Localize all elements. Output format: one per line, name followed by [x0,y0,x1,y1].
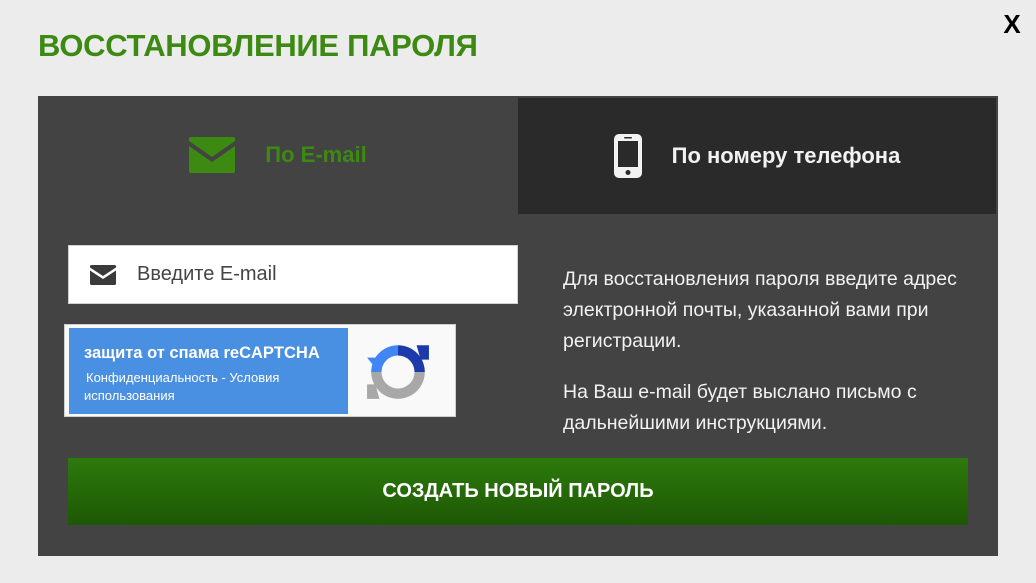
modal-title: ВОССТАНОВЛЕНИЕ ПАРОЛЯ [38,28,478,63]
recaptcha-title: защита от спама reCAPTCHA [84,344,320,362]
tab-label: По E-mail [265,142,367,167]
recaptcha-logo-icon [365,339,431,410]
recaptcha-widget[interactable]: защита от спама reCAPTCHA Конфиденциальн… [64,324,456,417]
email-field[interactable] [68,245,518,304]
tab-label: По номеру телефона [671,143,901,168]
recaptcha-privacy-terms-link[interactable]: Конфиденциальность - Условия [84,369,348,387]
tab-by-phone[interactable]: По номеру телефона [518,98,996,214]
recaptcha-info: защита от спама reCAPTCHA Конфиденциальн… [69,328,348,414]
mobile-phone-icon [613,134,642,178]
tab-by-email[interactable]: По E-mail [38,96,518,214]
recaptcha-terms-link[interactable]: использования [84,387,348,405]
instructions-paragraph: Для восстановления пароля введите адрес … [563,268,957,352]
envelope-icon [189,137,236,173]
instructions-paragraph: На Ваш e-mail будет выслано письмо с дал… [563,381,917,434]
close-button[interactable]: X [1000,8,1024,40]
envelope-icon [90,264,116,285]
email-input[interactable] [137,263,467,286]
create-new-password-button[interactable]: СОЗДАТЬ НОВЫЙ ПАРОЛЬ [68,458,968,525]
instructions-text: Для восстановления пароля введите адрес … [563,264,983,439]
recovery-panel: По E-mail По номеру телефона защита от с… [38,96,998,556]
